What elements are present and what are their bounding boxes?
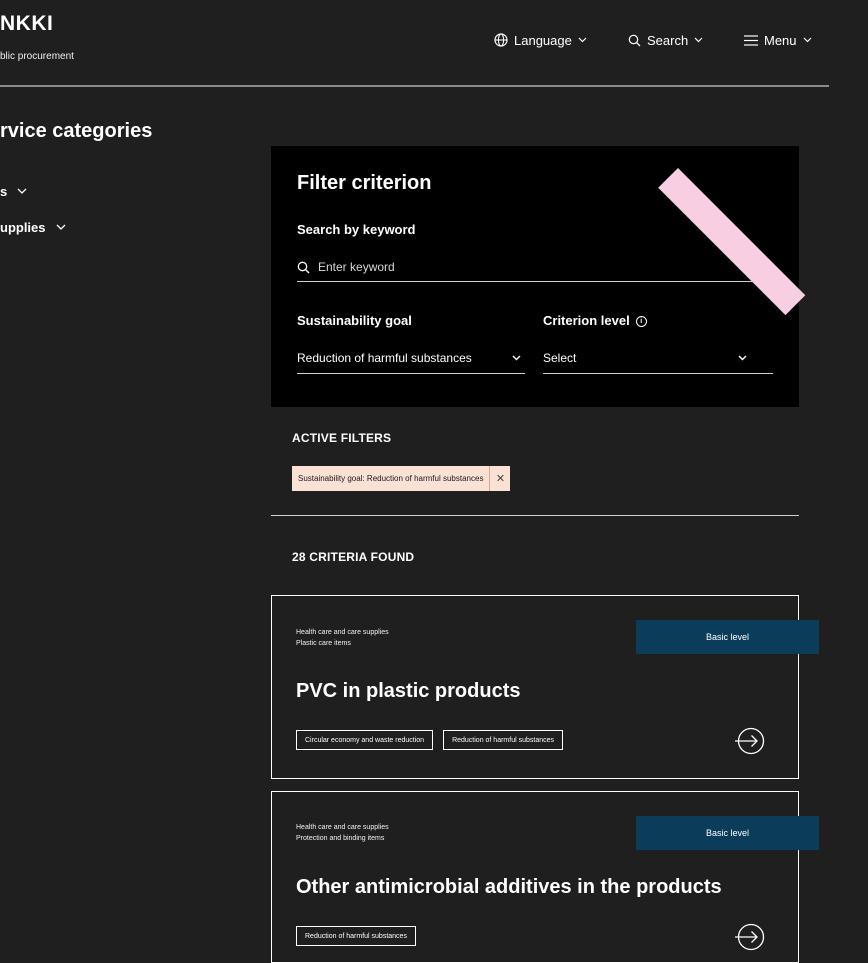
tag: Reduction of harmful substances bbox=[296, 926, 416, 946]
chevron-down-icon bbox=[803, 37, 811, 43]
site-logo[interactable]: NKKI blic procurement bbox=[0, 12, 120, 72]
active-filters-heading: ACTIVE FILTERS bbox=[292, 431, 392, 445]
card-category-sub: Plastic care items bbox=[296, 640, 351, 647]
sidebar-item-care-supplies[interactable]: upplies bbox=[0, 217, 66, 237]
card-title[interactable]: PVC in plastic products bbox=[296, 680, 520, 703]
search-icon bbox=[628, 34, 641, 46]
logo-title: NKKI bbox=[0, 12, 54, 35]
card-category-sub: Protection and binding items bbox=[296, 835, 385, 842]
keyword-input[interactable] bbox=[318, 260, 738, 274]
filter-panel: Filter criterion Search by keyword Susta… bbox=[271, 146, 799, 407]
logo-subtitle: blic procurement bbox=[0, 51, 74, 62]
language-menu[interactable]: Language bbox=[494, 30, 587, 50]
info-icon[interactable]: i bbox=[635, 316, 647, 328]
tag: Reduction of harmful substances bbox=[443, 730, 564, 750]
card-category: Health care and care supplies Plastic ca… bbox=[296, 627, 389, 649]
criterion-level-label-text: Criterion level bbox=[543, 313, 630, 328]
chevron-down-icon bbox=[17, 188, 27, 194]
criterion-level-select[interactable]: Select bbox=[543, 343, 773, 374]
level-selected-value: Select bbox=[543, 351, 577, 365]
menu-label: Menu bbox=[764, 32, 797, 48]
search-label: Search by keyword bbox=[297, 222, 416, 237]
criterion-level-label: Criterion level i bbox=[543, 313, 647, 328]
card-tags: Reduction of harmful substances bbox=[296, 926, 416, 946]
main-menu[interactable]: Menu bbox=[744, 30, 812, 50]
search-label: Search bbox=[647, 32, 689, 48]
card-tags: Circular economy and waste reduction Red… bbox=[296, 730, 564, 750]
card-category-main: Health care and care supplies bbox=[296, 629, 389, 636]
goal-label: Sustainability goal bbox=[297, 313, 412, 328]
goal-selected-value: Reduction of harmful substances bbox=[297, 351, 472, 365]
globe-icon bbox=[494, 33, 508, 47]
arrow-right-circle-icon[interactable] bbox=[733, 725, 765, 757]
arrow-right-circle-icon[interactable] bbox=[733, 921, 765, 953]
sidebar-item-label: s bbox=[0, 183, 8, 199]
chevron-down-icon bbox=[578, 37, 587, 43]
card-title[interactable]: Other antimicrobial additives in the pro… bbox=[296, 876, 722, 899]
chevron-down-icon bbox=[738, 355, 747, 361]
level-badge: Basic level bbox=[636, 816, 819, 850]
filter-title: Filter criterion bbox=[297, 172, 432, 194]
close-icon[interactable]: ✕ bbox=[489, 466, 510, 491]
language-label: Language bbox=[514, 32, 572, 48]
chevron-down-icon bbox=[512, 355, 521, 361]
filters-divider bbox=[271, 515, 799, 516]
card-category-main: Health care and care supplies bbox=[296, 824, 389, 831]
active-filter-chip: Sustainability goal: Reduction of harmfu… bbox=[292, 466, 511, 491]
chevron-down-icon bbox=[694, 37, 703, 43]
sustainability-goal-select[interactable]: Reduction of harmful substances bbox=[297, 343, 525, 374]
criterion-card[interactable]: Health care and care supplies Protection… bbox=[271, 791, 819, 963]
sidebar-title: rvice categories bbox=[0, 120, 153, 142]
hamburger-icon bbox=[744, 34, 758, 46]
chevron-down-icon bbox=[56, 224, 65, 230]
keyword-search-field[interactable] bbox=[297, 253, 773, 282]
tag: Circular economy and waste reduction bbox=[296, 730, 434, 750]
filter-chip-label: Sustainability goal: Reduction of harmfu… bbox=[298, 474, 484, 483]
results-count: 28 CRITERIA FOUND bbox=[292, 550, 415, 564]
search-menu[interactable]: Search bbox=[628, 30, 703, 50]
level-badge: Basic level bbox=[636, 620, 819, 654]
criterion-card[interactable]: Health care and care supplies Plastic ca… bbox=[271, 595, 819, 779]
sidebar-item-label: upplies bbox=[0, 219, 46, 235]
search-icon bbox=[297, 261, 310, 273]
sidebar-item-category-1[interactable]: s bbox=[0, 181, 27, 201]
header-divider bbox=[0, 85, 829, 87]
card-category: Health care and care supplies Protection… bbox=[296, 822, 389, 844]
